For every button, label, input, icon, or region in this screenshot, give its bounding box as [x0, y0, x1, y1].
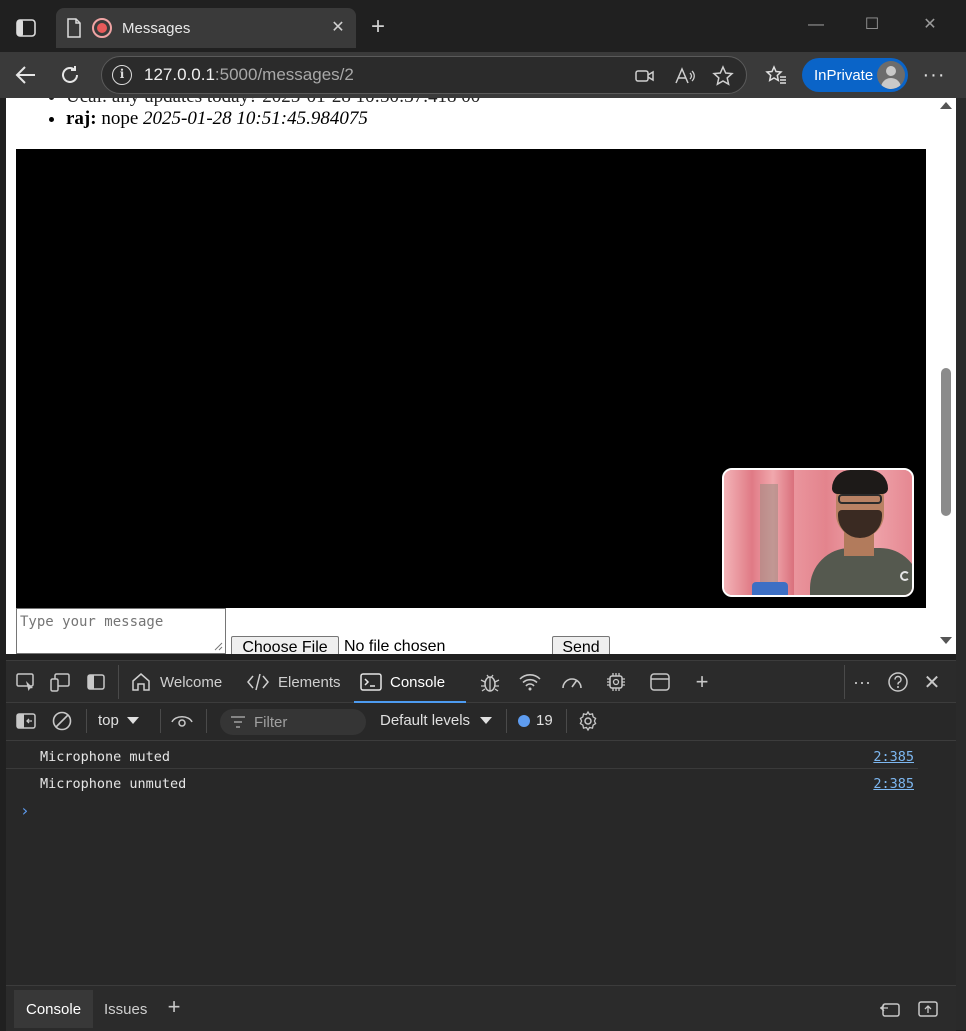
- performance-icon[interactable]: [560, 671, 584, 693]
- message-list: Ucal: any updates today? 2025-01-28 10:5…: [50, 98, 480, 130]
- log-row: Microphone unmuted 2:385: [6, 769, 918, 796]
- console-toolbar: top Filter Default levels 19: [6, 703, 956, 741]
- log-message: Microphone unmuted: [40, 776, 187, 792]
- window-edge: [956, 98, 966, 1030]
- eye-icon[interactable]: [170, 710, 194, 732]
- tab-strip: Messages ✕ + — ☐ ✕: [0, 0, 966, 52]
- maximize-icon[interactable]: ☐: [852, 10, 892, 40]
- filter-icon: [231, 716, 245, 728]
- tab-actions-icon[interactable]: [10, 14, 42, 42]
- message-bubble-icon: [518, 714, 530, 727]
- chevron-down-icon: [480, 717, 493, 724]
- console-settings-gear-icon[interactable]: [576, 710, 600, 732]
- message-item: raj: nope 2025-01-28 10:51:45.984075: [66, 108, 480, 130]
- devtools-panel: Welcome Elements Console + ··· ✕ top Fil…: [6, 660, 956, 1031]
- devtools-drawer: Console Issues +: [6, 985, 956, 1031]
- dock-drawer-icon[interactable]: [878, 998, 902, 1020]
- add-drawer-tab-icon[interactable]: +: [162, 994, 186, 1019]
- log-source-link[interactable]: 2:385: [873, 776, 914, 792]
- page-scrollbar[interactable]: [936, 98, 956, 654]
- help-icon[interactable]: [886, 671, 910, 693]
- page-viewport: Ucal: any updates today? 2025-01-28 10:5…: [6, 98, 936, 654]
- send-button[interactable]: Send: [552, 636, 610, 654]
- document-icon: [67, 18, 81, 38]
- memory-chip-icon[interactable]: [604, 671, 628, 693]
- inspect-icon[interactable]: [14, 671, 38, 693]
- resize-grip-icon[interactable]: [213, 641, 223, 651]
- drawer-tab-issues[interactable]: Issues: [92, 990, 159, 1028]
- url-text[interactable]: 127.0.0.1:5000/messages/2: [144, 65, 354, 85]
- console-prompt[interactable]: ›: [20, 801, 30, 820]
- rotate-icon: [900, 571, 910, 581]
- log-source-link[interactable]: 2:385: [873, 749, 914, 765]
- browser-tab[interactable]: Messages ✕: [56, 8, 356, 48]
- back-icon[interactable]: [10, 60, 42, 90]
- tab-console[interactable]: Console: [354, 661, 466, 703]
- filter-input[interactable]: Filter: [220, 709, 366, 735]
- console-log: Microphone muted 2:385 Microphone unmute…: [6, 742, 918, 796]
- refresh-icon[interactable]: [54, 60, 86, 90]
- context-selector[interactable]: top: [98, 712, 139, 729]
- avatar: [877, 61, 905, 89]
- issues-counter[interactable]: 19: [518, 712, 553, 729]
- bug-icon[interactable]: [478, 671, 502, 693]
- camera-icon[interactable]: [634, 65, 656, 87]
- tab-welcome[interactable]: Welcome: [124, 661, 228, 703]
- more-tools-icon[interactable]: ···: [850, 671, 874, 693]
- tab-title: Messages: [122, 19, 191, 37]
- read-aloud-icon[interactable]: [674, 65, 696, 87]
- expand-drawer-icon[interactable]: [916, 998, 940, 1020]
- dock-sidebar-icon[interactable]: [84, 671, 108, 693]
- message-text: nope: [101, 108, 139, 129]
- close-devtools-icon[interactable]: ✕: [920, 671, 944, 694]
- favorite-star-icon[interactable]: [712, 65, 734, 87]
- log-row: Microphone muted 2:385: [6, 742, 918, 769]
- sidebar-toggle-icon[interactable]: [14, 710, 38, 732]
- site-info-icon[interactable]: i: [112, 65, 132, 85]
- message-time: 2025-01-28 10:51:45.984075: [143, 108, 368, 129]
- clear-console-icon[interactable]: [50, 710, 74, 732]
- recording-icon: [92, 18, 112, 38]
- address-bar[interactable]: i 127.0.0.1:5000/messages/2: [101, 56, 747, 94]
- new-tab-button[interactable]: +: [366, 14, 390, 42]
- house-icon: [132, 673, 150, 691]
- window-close-icon[interactable]: ✕: [910, 10, 950, 40]
- message-user: raj:: [66, 108, 97, 129]
- log-message: Microphone muted: [40, 749, 171, 765]
- application-icon[interactable]: [648, 671, 672, 693]
- browser-toolbar: i 127.0.0.1:5000/messages/2 InPrivate ··…: [0, 52, 966, 98]
- scroll-thumb[interactable]: [941, 368, 951, 516]
- drawer-tab-console[interactable]: Console: [14, 990, 94, 1028]
- inprivate-badge[interactable]: InPrivate: [802, 58, 908, 92]
- minimize-icon[interactable]: —: [796, 10, 836, 40]
- scroll-up-icon[interactable]: [940, 102, 952, 109]
- tab-elements[interactable]: Elements: [240, 661, 347, 703]
- device-emulation-icon[interactable]: [48, 671, 72, 693]
- local-video-preview[interactable]: [722, 468, 914, 597]
- levels-dropdown[interactable]: Default levels: [380, 712, 493, 729]
- scroll-down-icon[interactable]: [940, 637, 952, 644]
- file-status: No file chosen: [344, 638, 446, 654]
- more-options-icon[interactable]: ···: [918, 60, 950, 90]
- add-tool-icon[interactable]: +: [690, 669, 714, 694]
- chevron-down-icon: [126, 717, 139, 724]
- choose-file-button[interactable]: Choose File: [231, 636, 339, 654]
- inprivate-label: InPrivate: [814, 66, 874, 84]
- message-input[interactable]: [16, 608, 226, 654]
- code-icon: [247, 673, 269, 691]
- terminal-icon: [360, 673, 382, 691]
- favorites-icon[interactable]: [760, 60, 792, 90]
- close-tab-icon[interactable]: ✕: [328, 18, 348, 38]
- devtools-tab-bar: Welcome Elements Console + ··· ✕: [6, 661, 956, 703]
- network-wifi-icon[interactable]: [518, 671, 542, 693]
- message-item: Ucal: any updates today? 2025-01-28 10:5…: [66, 98, 480, 108]
